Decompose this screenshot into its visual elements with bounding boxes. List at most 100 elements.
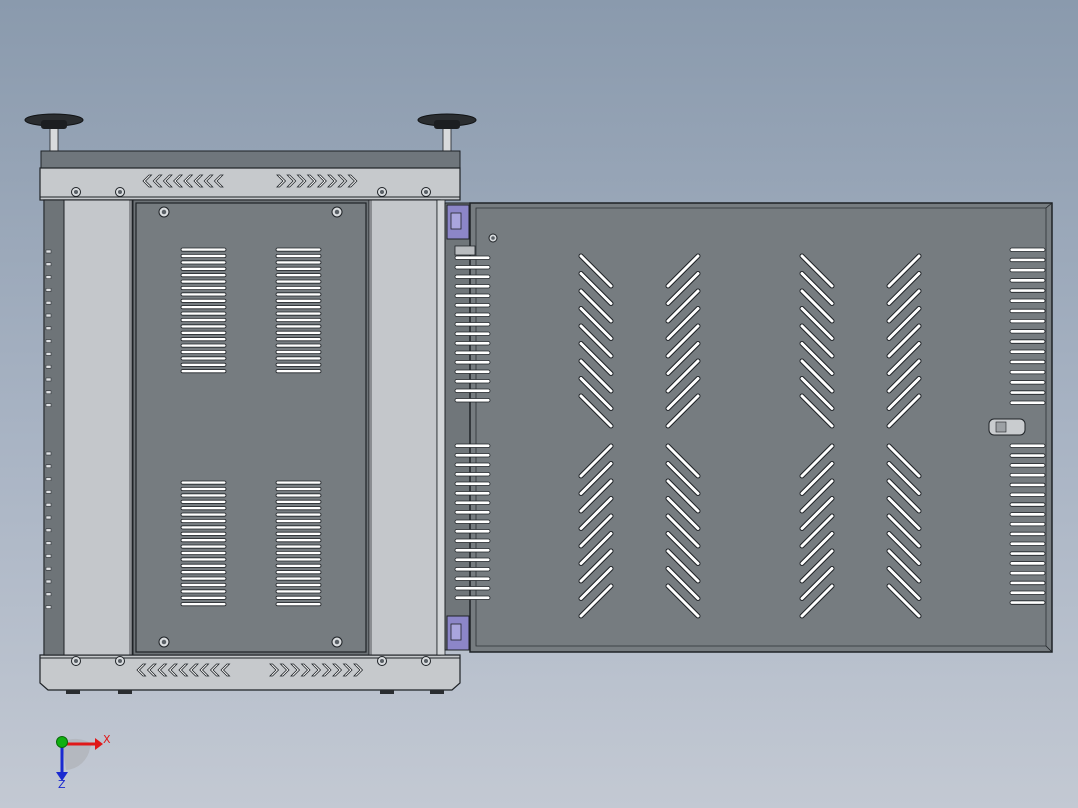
- left-side-column: [43, 199, 65, 656]
- enclosure-drawing: [24, 113, 1053, 781]
- vent-slot-icon: [180, 324, 227, 329]
- screw-center: [334, 639, 340, 645]
- top-flange: [39, 167, 461, 201]
- screw-center: [423, 189, 429, 195]
- screw-center: [73, 189, 79, 195]
- vent-slot-icon: [1009, 329, 1046, 334]
- side-ridge: [45, 262, 52, 267]
- vent-slot-icon: [454, 481, 491, 486]
- bottom-flange: [39, 654, 461, 691]
- vent-slot-icon: [275, 330, 322, 335]
- hinge-strip: [436, 199, 446, 656]
- right-rail: [368, 199, 438, 656]
- center-panel: [135, 202, 367, 653]
- vent-slot-icon: [275, 311, 322, 316]
- vent-slot-icon: [454, 284, 491, 289]
- vent-slot-icon: [275, 292, 322, 297]
- vent-slot-icon: [275, 362, 322, 367]
- hinge-leaf: [450, 212, 462, 230]
- side-ridge: [45, 541, 52, 545]
- vent-slot-icon: [1009, 571, 1046, 576]
- vent-slot-icon: [275, 544, 322, 549]
- screw-center: [423, 658, 429, 664]
- vent-slot-icon: [454, 586, 491, 591]
- coordinate-triad-icon: [56, 736, 103, 781]
- vent-slot-icon: [180, 519, 227, 524]
- vent-slot-icon: [454, 274, 491, 279]
- vent-slot-icon: [1009, 318, 1046, 324]
- vent-slot-icon: [275, 305, 322, 310]
- side-ridge: [45, 300, 52, 305]
- vent-slot-icon: [1009, 522, 1046, 527]
- vent-slot-icon: [1009, 267, 1046, 273]
- left-rail: [63, 199, 133, 656]
- side-ridge: [45, 364, 52, 369]
- vent-slot-icon: [1009, 512, 1046, 517]
- vent-slot-icon: [275, 273, 322, 278]
- vent-slot-icon: [1009, 257, 1046, 263]
- vent-slot-icon: [180, 356, 227, 361]
- vent-slot-icon: [275, 285, 322, 290]
- vent-slot-icon: [180, 343, 227, 348]
- vent-slot-icon: [275, 570, 322, 575]
- vent-slot-icon: [180, 551, 227, 556]
- vent-slot-icon: [1009, 443, 1046, 448]
- side-ridge: [45, 502, 52, 507]
- screw-center: [379, 189, 385, 195]
- vent-slot-icon: [275, 486, 322, 491]
- open-door-panel: [444, 202, 1053, 653]
- vent-slot-icon: [180, 531, 227, 536]
- screw-center: [334, 209, 340, 215]
- vent-slot-icon: [454, 341, 491, 346]
- vent-slot-icon: [454, 322, 491, 327]
- vent-slot-icon: [275, 551, 322, 556]
- vent-slot-icon: [454, 548, 491, 553]
- vent-slot-icon: [275, 493, 322, 498]
- side-ridge: [45, 313, 52, 318]
- vent-slot-icon: [1009, 380, 1046, 385]
- vent-slot-icon: [275, 602, 322, 607]
- vent-slot-icon: [180, 305, 227, 310]
- knob-handle-right: [417, 113, 477, 153]
- vent-slot-icon: [1009, 349, 1046, 354]
- vent-slot-icon: [180, 253, 227, 258]
- vent-slot-icon: [454, 491, 491, 496]
- side-ridge: [45, 464, 52, 469]
- vent-slot-icon: [275, 595, 322, 600]
- vent-slot-icon: [454, 303, 491, 308]
- vent-slot-icon: [180, 247, 227, 252]
- vent-slot-icon: [1009, 453, 1046, 458]
- vent-slot-icon: [454, 360, 491, 365]
- vent-slot-icon: [180, 595, 227, 600]
- cad-viewport[interactable]: X Z: [0, 0, 1078, 808]
- vent-slot-icon: [180, 576, 227, 581]
- vent-slot-icon: [275, 531, 322, 536]
- vent-slot-icon: [1009, 580, 1046, 586]
- vent-slot-icon: [275, 480, 322, 485]
- screw-center: [73, 658, 79, 664]
- vent-slot-icon: [454, 472, 491, 477]
- vent-slot-icon: [180, 589, 227, 594]
- vent-slot-icon: [454, 529, 491, 534]
- side-ridge: [45, 288, 52, 292]
- side-ridge: [45, 403, 52, 407]
- enclosure-body: [24, 113, 477, 694]
- vent-slot-icon: [454, 462, 491, 467]
- latch-icon: [988, 418, 1026, 436]
- handle-stem: [49, 127, 59, 153]
- vent-slot-icon: [454, 576, 491, 581]
- vent-slot-icon: [1009, 482, 1046, 488]
- foot-pad: [66, 690, 80, 694]
- vent-slot-icon: [454, 369, 491, 374]
- handle-stem: [442, 127, 452, 153]
- vent-slot-icon: [275, 583, 322, 588]
- vent-slot-icon: [275, 253, 322, 258]
- screw-center: [161, 209, 167, 215]
- vent-slot-icon: [1009, 531, 1046, 537]
- side-ridge: [45, 275, 52, 279]
- vent-slot-icon: [180, 538, 227, 543]
- vent-slot-icon: [275, 266, 322, 271]
- side-ridge: [45, 605, 52, 609]
- vent-slot-icon: [454, 293, 491, 298]
- vent-slot-icon: [1009, 492, 1046, 497]
